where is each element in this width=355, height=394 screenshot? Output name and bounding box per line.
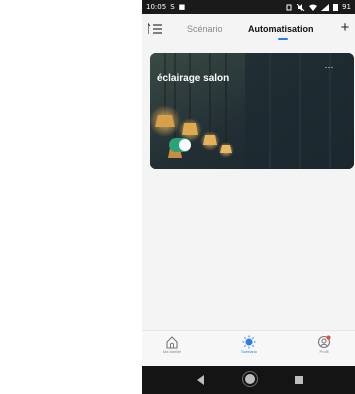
bottom-nav: Ma famille Scénario Profil xyxy=(142,330,355,366)
top-nav: Scénario Automatisation + xyxy=(142,14,355,44)
automation-toggle[interactable] xyxy=(169,138,191,152)
bottom-nav-scenario-label: Scénario xyxy=(241,349,257,354)
active-tab-indicator xyxy=(278,38,288,40)
automation-title: éclairage salon xyxy=(157,73,230,84)
wifi-icon xyxy=(309,4,318,11)
android-nav-bar xyxy=(142,366,355,394)
bottom-nav-scenario[interactable]: Scénario xyxy=(227,335,271,355)
vibrate-icon xyxy=(286,4,292,10)
more-options-icon[interactable]: ··· xyxy=(321,63,337,72)
home-button-icon[interactable] xyxy=(245,374,255,384)
bottom-nav-profile-label: Profil xyxy=(319,349,329,354)
battery-level: 91 xyxy=(342,3,351,11)
mute-icon xyxy=(297,3,305,11)
back-icon[interactable] xyxy=(197,375,204,385)
bottom-nav-home-label: Ma famille xyxy=(162,349,182,354)
status-notification-icon: ■ xyxy=(178,2,186,11)
battery-icon xyxy=(333,3,339,11)
status-app-icon: S xyxy=(170,2,175,11)
tab-scenario[interactable]: Scénario xyxy=(187,23,223,35)
recent-apps-icon[interactable] xyxy=(295,376,303,384)
status-time: 10:05 xyxy=(146,3,167,11)
status-bar: 10:05 S ■ 91 xyxy=(142,0,355,14)
tab-automatisation[interactable]: Automatisation xyxy=(248,23,314,35)
profile-icon xyxy=(317,335,331,349)
add-button[interactable]: + xyxy=(338,20,352,36)
signal-icon xyxy=(321,3,330,11)
home-icon xyxy=(166,336,178,349)
sun-icon xyxy=(242,335,256,349)
toggle-knob xyxy=(179,139,191,151)
automation-card[interactable]: éclairage salon ··· xyxy=(150,53,354,169)
sort-list-icon[interactable] xyxy=(148,23,162,35)
phone-screen: 10:05 S ■ 91 Scénario Automatisation + é… xyxy=(142,0,355,394)
bottom-nav-home[interactable]: Ma famille xyxy=(150,335,194,355)
bottom-nav-profile[interactable]: Profil xyxy=(302,335,346,355)
